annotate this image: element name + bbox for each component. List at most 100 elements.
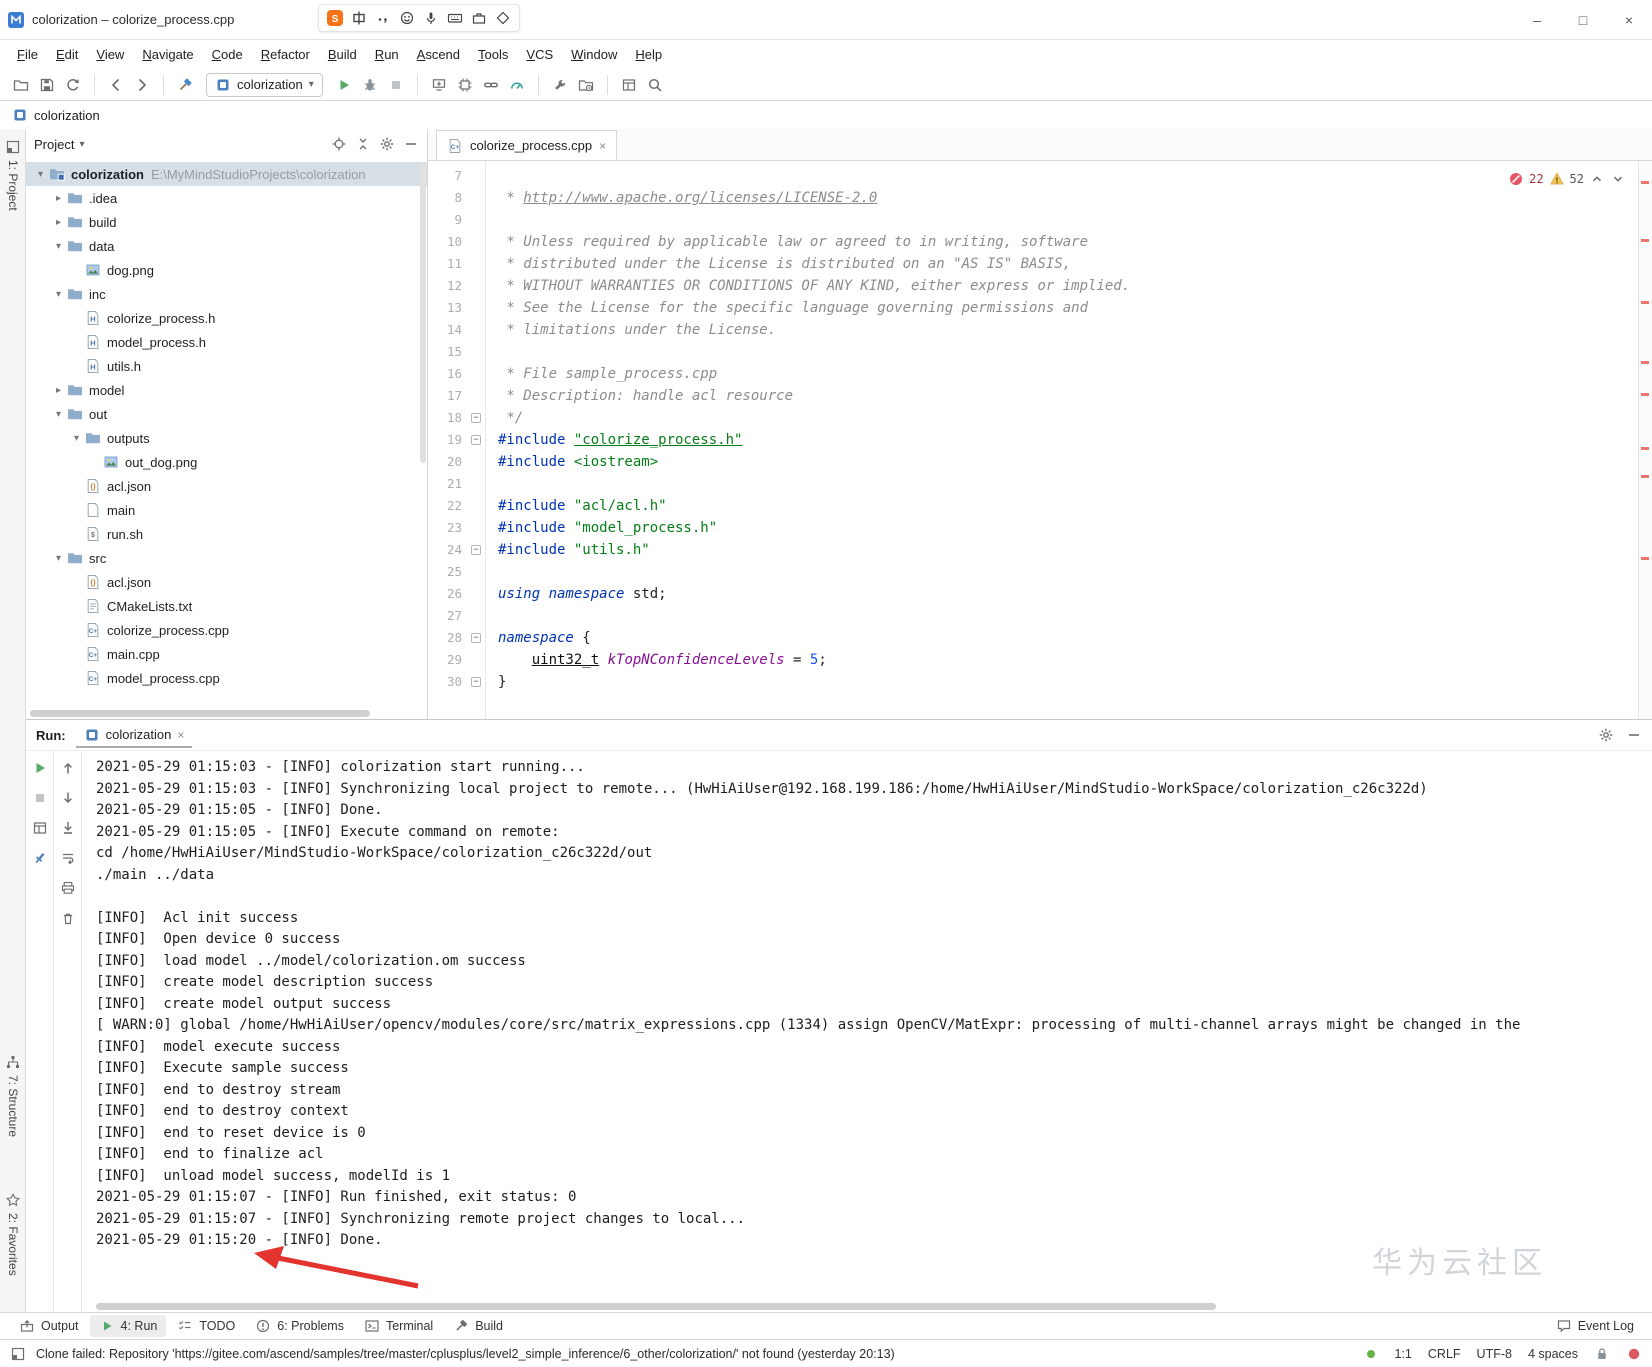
tree-item-src[interactable]: ▾src	[26, 546, 427, 570]
stripe-structure-button[interactable]: 7: Structure	[0, 1054, 26, 1137]
expand-open-icon[interactable]: ▾	[68, 433, 85, 444]
hide-icon[interactable]	[1626, 727, 1642, 743]
device-icon[interactable]	[452, 73, 478, 97]
print-icon[interactable]	[59, 879, 77, 897]
tree-item-outputs[interactable]: ▾outputs	[26, 426, 427, 450]
restore-layout-icon[interactable]	[31, 819, 49, 837]
tree-item-data[interactable]: ▾data	[26, 234, 427, 258]
error-stripe-mark[interactable]	[1641, 447, 1649, 450]
stop-icon[interactable]	[383, 73, 409, 97]
expand-open-icon[interactable]: ▾	[50, 241, 67, 252]
menu-navigate[interactable]: Navigate	[133, 43, 202, 66]
rerun-icon[interactable]	[31, 759, 49, 777]
pin-icon[interactable]	[31, 849, 49, 867]
ime-emoji-icon[interactable]	[399, 10, 415, 26]
green-dot-icon[interactable]	[1363, 1346, 1379, 1362]
save-all-icon[interactable]	[34, 73, 60, 97]
wrench-icon[interactable]	[547, 73, 573, 97]
tree-item-out[interactable]: ▾out	[26, 402, 427, 426]
search-icon[interactable]	[642, 73, 668, 97]
collapse-all-icon[interactable]	[355, 136, 371, 152]
project-structure-icon[interactable]	[573, 73, 599, 97]
chevron-down-icon[interactable]	[1610, 171, 1626, 187]
toolwindow-button-6-problems[interactable]: 6: Problems	[246, 1315, 353, 1337]
tree-item-.idea[interactable]: ▸.idea	[26, 186, 427, 210]
fold-marker-icon[interactable]: −	[468, 407, 486, 429]
debug-icon[interactable]	[357, 73, 383, 97]
expand-closed-icon[interactable]: ▸	[50, 385, 67, 396]
scroll-end-icon[interactable]	[59, 819, 77, 837]
toolwindow-button-output[interactable]: Output	[10, 1315, 88, 1337]
run-tab-close-icon[interactable]: ×	[177, 728, 184, 742]
ime-punct-icon[interactable]	[375, 10, 391, 26]
gear-icon[interactable]	[1598, 727, 1614, 743]
tree-item-acl.json[interactable]: {}acl.json	[26, 570, 427, 594]
run-icon[interactable]	[331, 73, 357, 97]
tree-horizontal-scrollbar[interactable]	[30, 710, 370, 717]
profiler-icon[interactable]	[504, 73, 530, 97]
clear-icon[interactable]	[59, 909, 77, 927]
menu-refactor[interactable]: Refactor	[252, 43, 319, 66]
expand-open-icon[interactable]: ▾	[50, 289, 67, 300]
soft-wrap-icon[interactable]	[59, 849, 77, 867]
event-log-button[interactable]: Event Log	[1550, 1315, 1640, 1337]
tab-close-icon[interactable]: ×	[599, 139, 606, 153]
expand-open-icon[interactable]: ▾	[50, 409, 67, 420]
toolwindow-switcher-icon[interactable]	[10, 1346, 26, 1362]
run-configuration-select[interactable]: colorization ▾	[206, 73, 323, 97]
error-stripe-mark[interactable]	[1641, 301, 1649, 304]
expand-closed-icon[interactable]: ▸	[50, 217, 67, 228]
gear-icon[interactable]	[379, 136, 395, 152]
menu-code[interactable]: Code	[203, 43, 252, 66]
menu-tools[interactable]: Tools	[469, 43, 517, 66]
stripe-favorites-button[interactable]: 2: Favorites	[0, 1192, 26, 1276]
up-icon[interactable]	[59, 759, 77, 777]
ime-cn-icon[interactable]	[351, 10, 367, 26]
tree-item-inc[interactable]: ▾inc	[26, 282, 427, 306]
code-editor[interactable]: 78 * http://www.apache.org/licenses/LICE…	[428, 161, 1652, 719]
ime-skin-icon[interactable]	[495, 10, 511, 26]
expand-open-icon[interactable]: ▾	[50, 553, 67, 564]
error-stripe-mark[interactable]	[1641, 239, 1649, 242]
status-widget-utf-8[interactable]: UTF-8	[1477, 1347, 1512, 1361]
breadcrumb[interactable]: colorization	[34, 108, 100, 123]
tree-item-colorize_process.cpp[interactable]: C+colorize_process.cpp	[26, 618, 427, 642]
fold-marker-icon[interactable]: −	[468, 429, 486, 451]
project-panel-title[interactable]: Project	[34, 137, 74, 152]
ime-toolbox-icon[interactable]	[471, 10, 487, 26]
tree-item-build[interactable]: ▸build	[26, 210, 427, 234]
toolwindow-button-todo[interactable]: TODO	[168, 1315, 244, 1337]
error-stripe-mark[interactable]	[1641, 475, 1649, 478]
menu-view[interactable]: View	[87, 43, 133, 66]
menu-edit[interactable]: Edit	[47, 43, 87, 66]
menu-file[interactable]: File	[8, 43, 47, 66]
menu-help[interactable]: Help	[626, 43, 671, 66]
status-widget-4-spaces[interactable]: 4 spaces	[1528, 1347, 1578, 1361]
menu-build[interactable]: Build	[319, 43, 366, 66]
toolwindow-button-build[interactable]: Build	[444, 1315, 512, 1337]
tree-item-model[interactable]: ▸model	[26, 378, 427, 402]
down-icon[interactable]	[59, 789, 77, 807]
status-widget-1-1[interactable]: 1:1	[1395, 1347, 1412, 1361]
close-button[interactable]: ×	[1606, 0, 1652, 39]
chevron-up-icon[interactable]	[1589, 171, 1605, 187]
back-icon[interactable]	[103, 73, 129, 97]
editor-tab-colorize-process[interactable]: C+ colorize_process.cpp ×	[436, 130, 617, 160]
tree-item-run.sh[interactable]: $run.sh	[26, 522, 427, 546]
run-console[interactable]: 2021-05-29 01:15:03 - [INFO] colorizatio…	[82, 751, 1652, 1312]
red-ball-icon[interactable]	[1626, 1346, 1642, 1362]
lock-icon[interactable]	[1594, 1346, 1610, 1362]
inspections-widget[interactable]: 22 52	[1504, 167, 1630, 191]
sogou-s-icon[interactable]: S	[327, 10, 343, 26]
forward-icon[interactable]	[129, 73, 155, 97]
tree-item-colorize_process.h[interactable]: Hcolorize_process.h	[26, 306, 427, 330]
expand-open-icon[interactable]: ▾	[32, 169, 49, 180]
ime-keyboard-icon[interactable]	[447, 10, 463, 26]
fold-marker-icon[interactable]: −	[468, 671, 486, 693]
restore-layout-icon[interactable]	[616, 73, 642, 97]
tree-item-dog.png[interactable]: dog.png	[26, 258, 427, 282]
fold-marker-icon[interactable]: −	[468, 539, 486, 561]
tree-item-CMakeLists.txt[interactable]: CMakeLists.txt	[26, 594, 427, 618]
error-stripe[interactable]	[1638, 161, 1652, 719]
expand-closed-icon[interactable]: ▸	[50, 193, 67, 204]
